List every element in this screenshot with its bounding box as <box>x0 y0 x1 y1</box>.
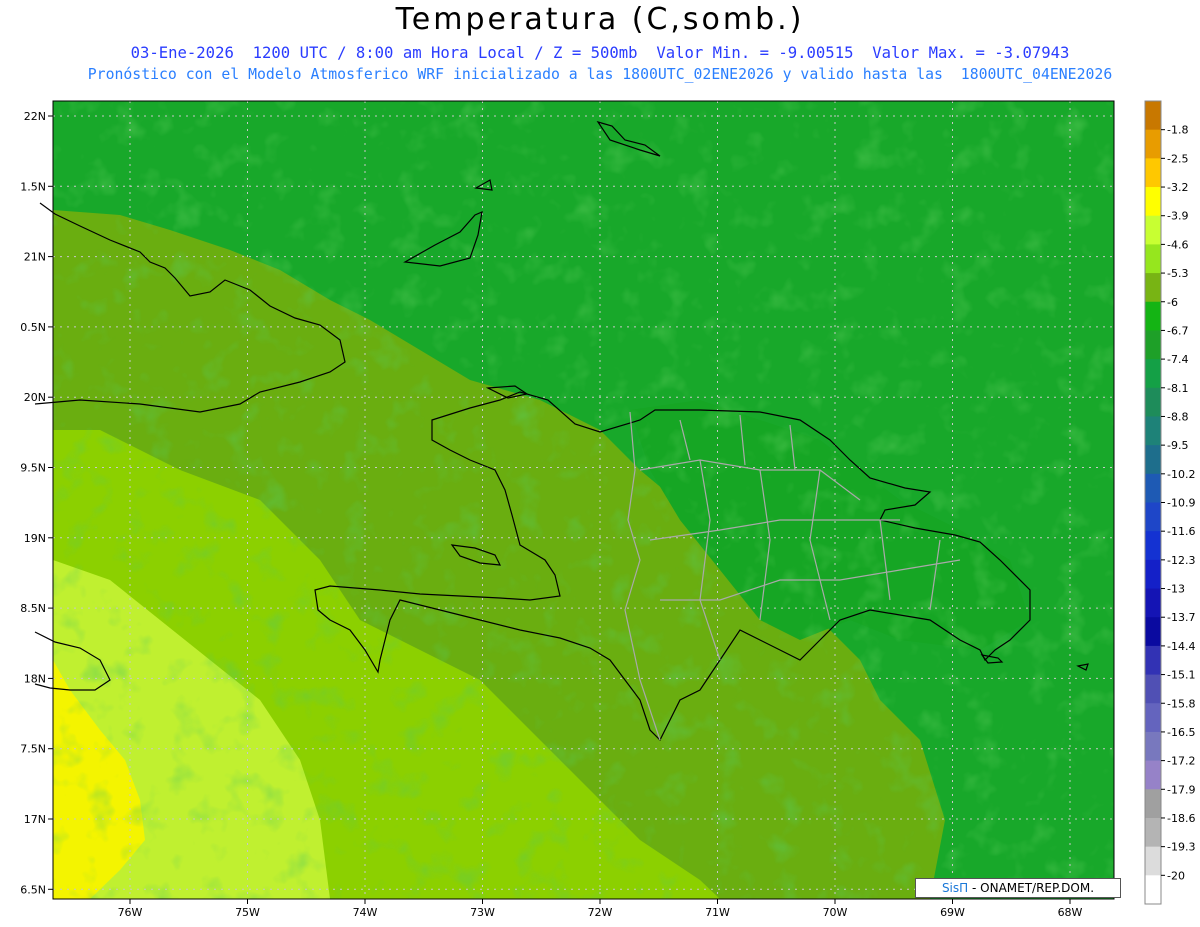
lon-label: 68W <box>1058 906 1083 919</box>
colorbar-label: -17.9 <box>1167 783 1195 796</box>
lat-label: 7.5N <box>20 743 46 756</box>
colorbar-swatch <box>1145 158 1161 188</box>
colorbar-swatch <box>1145 559 1161 590</box>
lon-label: 75W <box>235 906 260 919</box>
lat-label: 6.5N <box>20 883 46 896</box>
colorbar-swatch <box>1145 359 1161 389</box>
colorbar-swatch <box>1145 817 1161 848</box>
colorbar-label: -6 <box>1167 296 1178 309</box>
colorbar-label: -18.6 <box>1167 812 1195 825</box>
colorbar-swatch <box>1145 674 1161 704</box>
lat-label: 0.5N <box>20 321 46 334</box>
colorbar-label: -17.2 <box>1167 755 1195 768</box>
lat-label: 17N <box>24 813 46 826</box>
lon-label: 76W <box>118 906 143 919</box>
colorbar-label: -12.3 <box>1167 554 1195 567</box>
temperature-field <box>53 101 1114 899</box>
colorbar-label: -1.8 <box>1167 124 1188 137</box>
colorbar-swatch <box>1145 445 1161 475</box>
colorbar-label: -4.6 <box>1167 238 1188 251</box>
colorbar-swatch <box>1145 330 1161 360</box>
colorbar-label: -15.1 <box>1167 669 1195 682</box>
lat-label: 21N <box>24 251 46 264</box>
colorbar-swatch <box>1145 731 1161 762</box>
credit-box: SisΠ - ONAMET/REP.DOM. <box>915 878 1121 898</box>
colorbar-swatch <box>1145 187 1161 217</box>
colorbar-label: -3.2 <box>1167 181 1188 194</box>
credit-text: - ONAMET/REP.DOM. <box>972 881 1095 895</box>
colorbar-swatch <box>1145 617 1161 647</box>
colorbar: -1.8 -2.5 -3.2 -3.9 -4.6 -5.3 -6 -6.7 -7.4 -8.1 -8… <box>1144 100 1195 905</box>
colorbar-label: -10.9 <box>1167 497 1195 510</box>
colorbar-swatch <box>1145 588 1161 618</box>
colorbar-swatch <box>1145 215 1161 245</box>
colorbar-label: -19.3 <box>1167 841 1195 854</box>
colorbar-swatch <box>1145 301 1161 331</box>
lon-label: 70W <box>823 906 848 919</box>
colorbar-label: -7.4 <box>1167 353 1188 366</box>
colorbar-label: -8.1 <box>1167 382 1188 395</box>
colorbar-label: -3.9 <box>1167 210 1188 223</box>
colorbar-label: -5.3 <box>1167 267 1188 280</box>
longitude-labels: 76W 75W 74W 73W 72W 71W 70W 69W 68W <box>118 899 1083 919</box>
colorbar-label: -2.5 <box>1167 152 1188 165</box>
colorbar-swatch <box>1145 387 1161 417</box>
lon-label: 71W <box>705 906 730 919</box>
lat-label: 9.5N <box>20 462 46 475</box>
lon-label: 74W <box>353 906 378 919</box>
lat-label: 22N <box>24 110 46 123</box>
lon-label: 73W <box>470 906 495 919</box>
lat-label: 8.5N <box>20 602 46 615</box>
colorbar-swatch <box>1145 473 1161 503</box>
colorbar-swatch <box>1145 273 1161 303</box>
colorbar-swatch <box>1145 531 1161 561</box>
colorbar-label: -11.6 <box>1167 525 1195 538</box>
colorbar-label: -15.8 <box>1167 697 1195 710</box>
colorbar-label: -13 <box>1167 583 1185 596</box>
colorbar-swatch <box>1145 416 1161 446</box>
colorbar-swatch <box>1145 789 1161 819</box>
colorbar-label: -16.5 <box>1167 726 1195 739</box>
colorbar-swatch <box>1145 703 1161 733</box>
colorbar-swatch <box>1145 502 1161 532</box>
colorbar-label: -20 <box>1167 869 1185 882</box>
colorbar-swatch <box>1145 760 1161 790</box>
sispi-logo-text: SisΠ <box>941 881 969 895</box>
colorbar-swatch <box>1145 101 1161 131</box>
colorbar-swatch <box>1145 645 1161 676</box>
colorbar-swatch <box>1145 129 1161 159</box>
lon-label: 69W <box>940 906 965 919</box>
colorbar-label: -10.2 <box>1167 468 1195 481</box>
colorbar-label: -6.7 <box>1167 324 1188 337</box>
latitude-labels: 22N 1.5N 21N 0.5N 20N 9.5N 19N 8.5N 18N 7.5N 17N 6.… <box>20 110 53 896</box>
colorbar-label: -13.7 <box>1167 611 1195 624</box>
colorbar-swatch <box>1145 846 1161 876</box>
lon-label: 72W <box>588 906 613 919</box>
lat-label: 19N <box>24 532 46 545</box>
lat-label: 18N <box>24 672 46 685</box>
lat-label: 20N <box>24 391 46 404</box>
colorbar-label: -9.5 <box>1167 439 1188 452</box>
colorbar-label: -14.4 <box>1167 640 1195 653</box>
lat-label: 1.5N <box>20 180 46 193</box>
map-figure: 22N 1.5N 21N 0.5N 20N 9.5N 19N 8.5N 18N 7.5N 17N 6.… <box>20 100 1195 919</box>
colorbar-swatch <box>1145 244 1161 274</box>
colorbar-swatch <box>1145 875 1161 905</box>
colorbar-label: -8.8 <box>1167 410 1188 423</box>
